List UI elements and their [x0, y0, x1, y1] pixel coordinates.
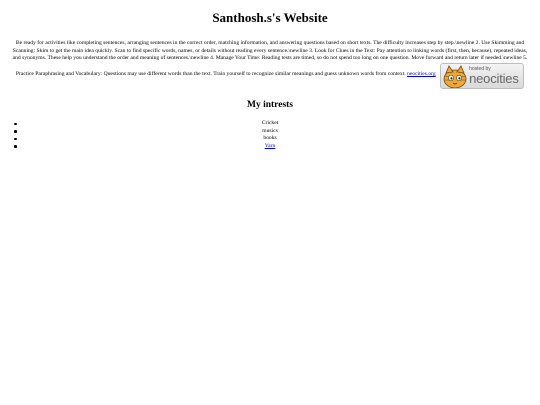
bullet-icon: [14, 130, 17, 133]
interest-label: books: [263, 135, 277, 142]
interest-label: Cricket: [261, 120, 279, 127]
list-item: Cricket: [10, 120, 530, 128]
bullet-icon: [14, 145, 17, 148]
list-item: Yarn: [10, 143, 530, 151]
interest-link-yarn[interactable]: Yarn: [265, 143, 276, 149]
interests-list: Cricket musics books Yarn: [10, 120, 530, 150]
bullet-icon: [14, 137, 17, 141]
badge-brand-label: neocities: [469, 71, 519, 87]
page: Santhosh.s's Website Be ready for activi…: [0, 0, 540, 150]
bullet-icon: [14, 122, 17, 126]
list-item: musics: [10, 128, 530, 136]
neocities-cat-icon: [443, 65, 467, 89]
hosted-by-neocities-badge[interactable]: hosted by neocities: [440, 63, 525, 90]
interests-heading: My intrests: [247, 100, 293, 111]
intro-paragraph: Be ready for activities like completing …: [10, 40, 530, 90]
page-title: Santhosh.s's Website: [212, 10, 328, 25]
neocities-link[interactable]: neocities.org: [407, 71, 436, 77]
list-item: books: [10, 135, 530, 143]
interest-label: musics: [262, 127, 278, 134]
